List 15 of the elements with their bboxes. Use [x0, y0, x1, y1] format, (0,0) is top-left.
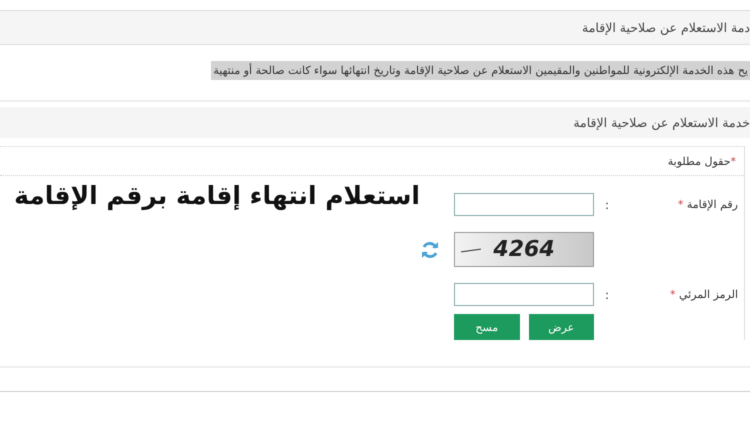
- overlay-heading: استعلام انتهاء إقامة برقم الإقامة: [14, 181, 420, 210]
- colon: :: [604, 198, 610, 212]
- form-button[interactable]: عرض: [528, 314, 594, 340]
- captcha-image: 4264: [454, 232, 594, 267]
- description-text: يح هذه الخدمة الإلكترونية للمواطنين والمقيمين الاستعلام عن صلاحية الإقامة وتاريخ انتهائها سواء كانت صالحة أو منتهية: [211, 61, 750, 80]
- colon: :: [604, 288, 610, 302]
- panel-title: دمة الاستعلام عن صلاحية الإقامة: [582, 20, 750, 35]
- field-label: الرمز المرئي *: [669, 288, 739, 301]
- form-button[interactable]: مسح: [454, 314, 520, 340]
- input-field[interactable]: [454, 283, 594, 306]
- panel-title: خدمة الاستعلام عن صلاحية الإقامة: [573, 115, 750, 130]
- required-fields-note: * حقول مطلوبة: [668, 154, 736, 168]
- input-field[interactable]: [454, 193, 594, 216]
- field-label: رقم الإقامة *: [676, 198, 739, 211]
- refresh-icon[interactable]: [420, 240, 440, 260]
